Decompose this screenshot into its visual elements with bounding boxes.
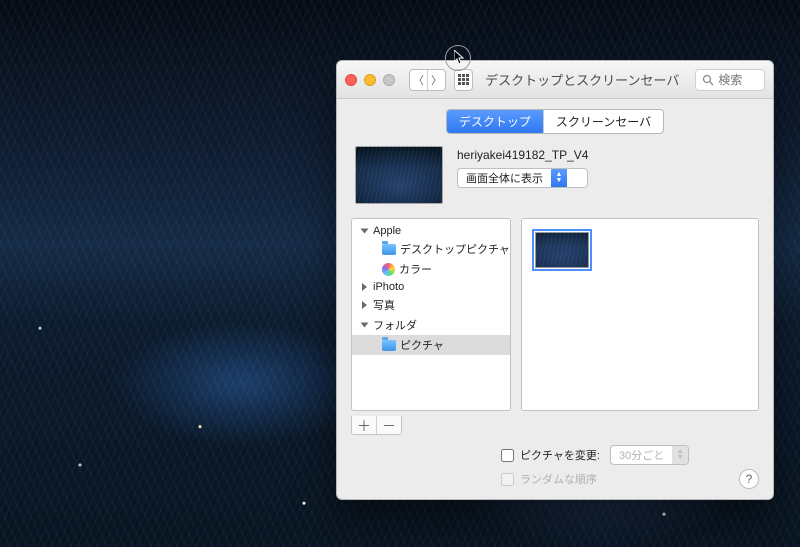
- grid-icon: [458, 74, 469, 85]
- colorwheel-icon: [382, 263, 395, 276]
- show-all-button-group: [454, 69, 473, 91]
- change-interval-value: 30分ごと: [611, 447, 672, 463]
- source-group-folders[interactable]: フォルダ: [352, 315, 510, 335]
- search-field[interactable]: [695, 69, 765, 91]
- disclosure-triangle-icon: [361, 323, 369, 328]
- popup-arrows-icon: ▲▼: [551, 169, 567, 187]
- help-button[interactable]: ?: [739, 469, 759, 489]
- fit-mode-popup[interactable]: 画面全体に表示 ▲▼: [457, 168, 588, 188]
- source-list[interactable]: Apple デスクトップピクチャ カラー iPhoto 写真 フォルダ ピクチャ: [351, 218, 511, 411]
- show-all-button[interactable]: [455, 70, 472, 90]
- tab-desktop[interactable]: デスクトップ: [447, 110, 543, 133]
- chevron-right-icon: 〉: [431, 72, 442, 88]
- source-buttons-row: ＋ －: [337, 411, 773, 435]
- fit-mode-value: 画面全体に表示: [458, 170, 551, 186]
- wallpaper-preview: [355, 146, 443, 204]
- main-split: Apple デスクトップピクチャ カラー iPhoto 写真 フォルダ ピクチャ: [337, 218, 773, 411]
- forward-button[interactable]: 〉: [427, 70, 445, 90]
- source-group-photos[interactable]: 写真: [352, 295, 510, 315]
- random-order-checkbox: [501, 473, 514, 486]
- current-image-filename: heriyakei419182_TP_V4: [457, 148, 588, 162]
- chevron-left-icon: 〈: [413, 72, 424, 88]
- source-item-desktop-pictures[interactable]: デスクトップピクチャ: [352, 239, 510, 259]
- window-title: デスクトップとスクリーンセーバ: [485, 70, 679, 89]
- tabs: デスクトップ スクリーンセーバ: [446, 109, 664, 134]
- disclosure-triangle-icon: [361, 229, 369, 234]
- search-input[interactable]: [718, 73, 758, 87]
- tab-screensaver[interactable]: スクリーンセーバ: [543, 110, 663, 133]
- disclosure-triangle-icon: [362, 301, 367, 309]
- change-picture-checkbox-row[interactable]: ピクチャを変更: 30分ごと ▲▼: [501, 445, 689, 465]
- titlebar: 〈 〉 デスクトップとスクリーンセーバ: [337, 61, 773, 99]
- source-item-colors[interactable]: カラー: [352, 259, 510, 279]
- prefs-window: 〈 〉 デスクトップとスクリーンセーバ デスクトップ スクリーンセーバ heri…: [336, 60, 774, 500]
- add-folder-button[interactable]: ＋: [352, 416, 376, 434]
- window-close-button[interactable]: [345, 74, 357, 86]
- image-grid[interactable]: [521, 218, 759, 411]
- disclosure-triangle-icon: [362, 283, 367, 291]
- nav-buttons: 〈 〉: [409, 69, 446, 91]
- traffic-lights: [345, 74, 395, 86]
- folder-icon: [382, 244, 396, 255]
- image-thumbnail[interactable]: [532, 229, 592, 271]
- tabs-row: デスクトップ スクリーンセーバ: [337, 99, 773, 142]
- popup-arrows-icon: ▲▼: [672, 446, 688, 464]
- random-order-checkbox-row: ランダムな順序: [501, 471, 689, 487]
- preview-row: heriyakei419182_TP_V4 画面全体に表示 ▲▼: [337, 142, 773, 218]
- add-remove-group: ＋ －: [351, 416, 402, 435]
- change-picture-label: ピクチャを変更:: [520, 447, 600, 463]
- source-item-pictures[interactable]: ピクチャ: [352, 335, 510, 355]
- options-row: ピクチャを変更: 30分ごと ▲▼ ランダムな順序 ?: [337, 435, 773, 499]
- window-zoom-button[interactable]: [383, 74, 395, 86]
- window-minimize-button[interactable]: [364, 74, 376, 86]
- folder-icon: [382, 340, 396, 351]
- remove-folder-button[interactable]: －: [376, 416, 401, 434]
- change-interval-popup: 30分ごと ▲▼: [610, 445, 689, 465]
- back-button[interactable]: 〈: [410, 70, 427, 90]
- change-picture-checkbox[interactable]: [501, 449, 514, 462]
- random-order-label: ランダムな順序: [520, 471, 597, 487]
- search-icon: [702, 74, 714, 86]
- source-group-iphoto[interactable]: iPhoto: [352, 279, 510, 295]
- source-group-apple[interactable]: Apple: [352, 223, 510, 239]
